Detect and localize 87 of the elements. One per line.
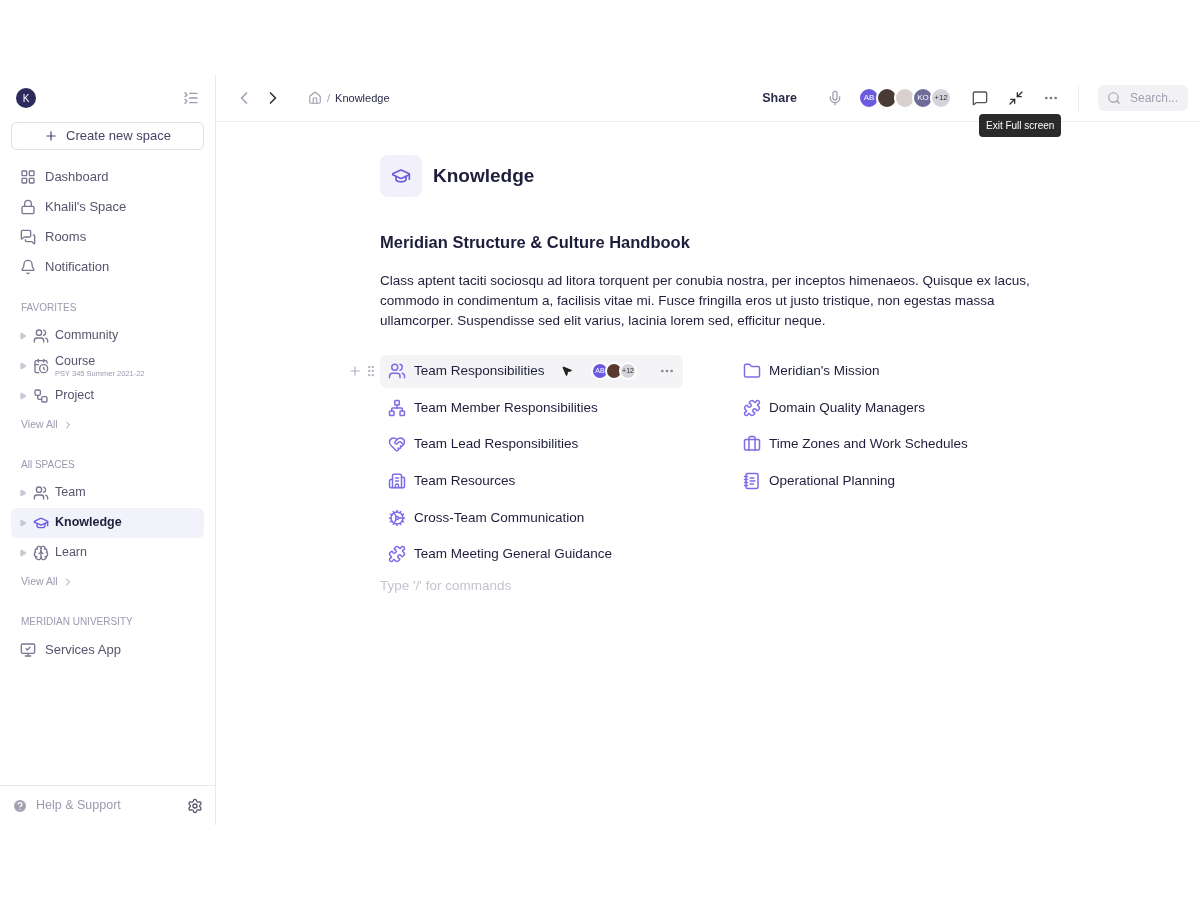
folder-icon: [743, 362, 761, 381]
expand-icon[interactable]: [19, 332, 27, 340]
link-label: Team Lead Responsibilities: [414, 435, 579, 454]
cursor-icon: [561, 365, 573, 378]
help-icon: [12, 797, 28, 814]
search-field[interactable]: Search...: [1098, 85, 1188, 111]
link-label: Cross-Team Communication: [414, 508, 585, 527]
app-item[interactable]: Services App: [11, 635, 204, 665]
avatar: KO: [912, 87, 934, 109]
space-item[interactable]: Learn: [11, 538, 204, 568]
expand-icon[interactable]: [19, 392, 27, 400]
calendar-icon: [33, 358, 49, 374]
link-label: Team Responsibilities: [414, 362, 545, 381]
breadcrumb-separator: /: [327, 90, 331, 106]
plus-icon: [44, 129, 59, 143]
puzzle-icon: [388, 545, 406, 564]
people-icon: [388, 362, 406, 381]
notebook-icon: [743, 472, 761, 491]
page-link[interactable]: Team Resources: [380, 464, 683, 498]
bell-icon: [20, 259, 36, 275]
chat-icon: [20, 229, 36, 245]
collapse-sidebar-icon[interactable]: [183, 90, 199, 106]
space-label: Team: [55, 485, 86, 501]
space-item[interactable]: Knowledge: [11, 508, 204, 538]
page-link[interactable]: Cross-Team Communication: [380, 501, 683, 535]
section-title: All SPACES: [20, 458, 76, 472]
lock-icon: [20, 199, 36, 215]
expand-icon[interactable]: [19, 549, 27, 557]
puzzle-icon: [743, 398, 761, 417]
app-icon: [20, 642, 36, 658]
nav-item[interactable]: Notification: [11, 252, 204, 282]
tooltip: Exit Full screen: [979, 114, 1062, 137]
user-avatar[interactable]: K: [16, 88, 36, 108]
expand-icon[interactable]: [19, 489, 27, 497]
nav-item[interactable]: Dashboard: [11, 162, 204, 192]
handshake-icon: [388, 435, 406, 454]
graduation-cap-icon: [391, 166, 411, 186]
link-label: Time Zones and Work Schedules: [769, 435, 968, 454]
space-label: Course: [55, 353, 97, 370]
link-label: Operational Planning: [769, 471, 896, 490]
space-label: Project: [55, 388, 94, 404]
expand-icon[interactable]: [19, 519, 27, 527]
link-label: Domain Quality Managers: [769, 398, 926, 417]
comment-icon[interactable]: [972, 90, 988, 106]
search-icon: [1107, 91, 1121, 105]
grid-icon: [20, 169, 36, 185]
graduation-cap-icon: [33, 515, 49, 531]
people-icon: [33, 328, 49, 344]
link-label: Team Member Responsibilities: [414, 398, 598, 417]
share-button[interactable]: Share: [754, 88, 805, 108]
space-label: Community: [55, 328, 119, 344]
nav-item[interactable]: Khalil's Space: [11, 192, 204, 222]
paragraph: Class aptent taciti sociosqu ad litora torquent per conubia nostra, per inceptos himenaeos. Quisque ex lacus, commodo in condimentum a, facilisis vitae mi. Fusce fringilla eros ut justo tristique, non egestas massa ullamcorper. Suspendisse sed elit varius, lacinia lorem sed, efficitur neque.: [380, 271, 1031, 330]
page-link[interactable]: Meridian's Mission: [743, 354, 968, 388]
page-link[interactable]: Team Lead Responsibilities: [380, 427, 683, 461]
page-link[interactable]: Time Zones and Work Schedules: [743, 427, 968, 461]
create-space-button[interactable]: Create new space: [11, 122, 204, 150]
link-label: Team Meeting General Guidance: [414, 545, 613, 564]
home-icon[interactable]: [308, 91, 322, 105]
avatar: +12: [930, 87, 952, 109]
space-label: Learn: [55, 545, 87, 561]
avatar: AB: [858, 87, 880, 109]
people-icon: [33, 485, 49, 501]
space-item[interactable]: Project: [11, 381, 204, 411]
exit-fullscreen-icon[interactable]: [1008, 90, 1024, 106]
page-link[interactable]: Team Member Responsibilities: [380, 391, 683, 425]
section-heading: Meridian Structure & Culture Handbook: [380, 232, 691, 253]
nav-item[interactable]: Rooms: [11, 222, 204, 252]
page-link[interactable]: Domain Quality Managers: [743, 391, 968, 425]
space-label: Knowledge: [55, 515, 122, 531]
link-label: Meridian's Mission: [769, 362, 880, 381]
settings-icon[interactable]: [187, 797, 203, 814]
page-link[interactable]: Operational Planning: [743, 464, 968, 498]
link-label: Team Resources: [414, 471, 516, 490]
section-title: FAVORITES: [20, 301, 78, 315]
space-item[interactable]: Team: [11, 478, 204, 508]
expand-icon[interactable]: [19, 362, 27, 370]
breadcrumb-link[interactable]: Knowledge: [335, 89, 390, 107]
page-title: Knowledge: [433, 163, 535, 188]
section-title: MERIDIAN UNIVERSITY: [20, 615, 134, 629]
space-item[interactable]: Community: [11, 321, 204, 351]
add-block-icon[interactable]: [348, 363, 362, 378]
flow-icon: [33, 388, 49, 404]
microphone-icon[interactable]: [827, 90, 843, 106]
gear-icon: [388, 508, 406, 527]
briefcase-icon: [743, 435, 761, 454]
page-link[interactable]: Team Meeting General Guidance: [380, 537, 683, 571]
